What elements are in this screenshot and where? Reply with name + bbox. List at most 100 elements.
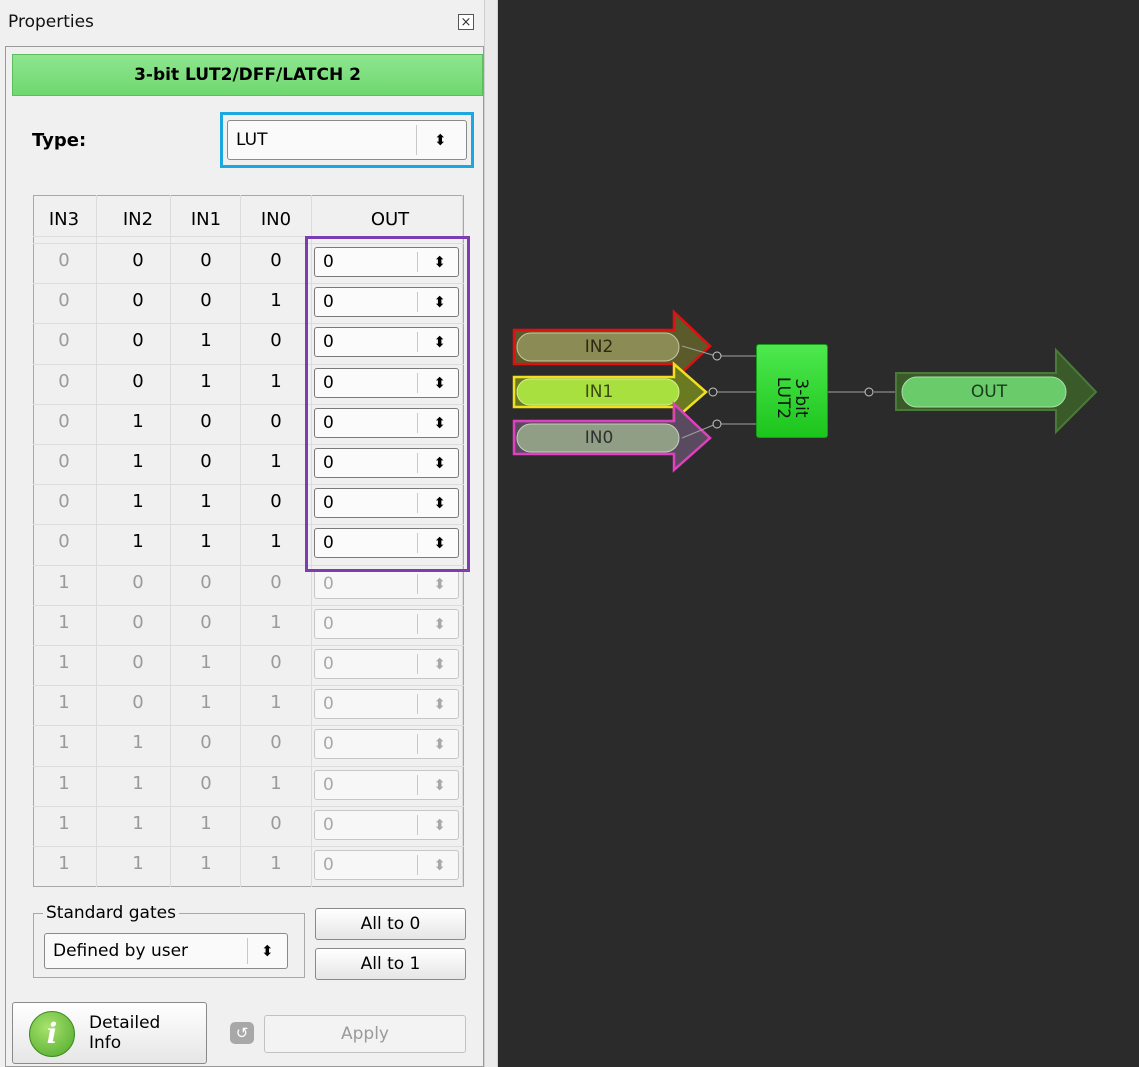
table-cell: 0	[200, 773, 212, 794]
table-cell: 1	[132, 853, 144, 874]
out-select[interactable]: 0 ⬍	[314, 689, 459, 719]
table-cell: 1	[132, 813, 144, 834]
info-icon: i	[29, 1011, 75, 1057]
out-select-value: 0	[323, 855, 334, 875]
signal-in2-label: IN2	[584, 337, 614, 357]
standard-gates-label: Standard gates	[43, 903, 179, 923]
table-cell: 1	[200, 330, 212, 351]
panel-splitter[interactable]	[484, 0, 498, 1067]
out-select[interactable]: 0 ⬍	[314, 649, 459, 679]
table-cell: 1	[132, 732, 144, 753]
signal-out-label: OUT	[970, 382, 1008, 402]
col-header-in2: IN2	[122, 209, 154, 230]
table-cell: 0	[132, 250, 144, 271]
table-cell: 1	[200, 652, 212, 673]
out-select[interactable]: 0 ⬍	[314, 770, 459, 800]
table-cell: 0	[200, 290, 212, 311]
updown-arrow-icon: ⬍	[433, 776, 446, 794]
out-select[interactable]: 0 ⬍	[314, 850, 459, 880]
block-name-header: 3-bit LUT2/DFF/LATCH 2	[12, 54, 483, 96]
table-cell: 0	[200, 250, 212, 271]
table-cell: 1	[270, 290, 282, 311]
table-cell: 0	[270, 572, 282, 593]
apply-button[interactable]: Apply	[264, 1015, 466, 1053]
type-select[interactable]: LUT ⬍	[227, 120, 467, 160]
table-cell: 0	[58, 491, 70, 512]
signal-in0-label: IN0	[584, 428, 614, 448]
updown-arrow-icon: ⬍	[433, 655, 446, 673]
type-select-value: LUT	[236, 130, 268, 150]
table-cell: 0	[58, 250, 70, 271]
type-label: Type:	[32, 130, 87, 151]
table-cell: 0	[58, 451, 70, 472]
table-cell: 0	[270, 652, 282, 673]
table-cell: 1	[58, 773, 70, 794]
standard-gates-value: Defined by user	[53, 941, 189, 961]
out-select[interactable]: 0 ⬍	[314, 729, 459, 759]
table-cell: 1	[270, 531, 282, 552]
table-cell: 1	[58, 692, 70, 713]
table-cell: 1	[132, 411, 144, 432]
all-to-1-button[interactable]: All to 1	[315, 948, 466, 980]
detailed-info-label-2: Info	[89, 1033, 122, 1053]
standard-gates-select[interactable]: Defined by user ⬍	[44, 933, 288, 969]
table-cell: 1	[270, 371, 282, 392]
table-cell: 1	[132, 491, 144, 512]
table-cell: 1	[270, 692, 282, 713]
table-cell: 0	[58, 411, 70, 432]
detailed-info-button[interactable]: i Detailed Info	[12, 1002, 207, 1064]
table-cell: 0	[58, 371, 70, 392]
out-select[interactable]: 0 ⬍	[314, 569, 459, 599]
table-cell: 1	[270, 853, 282, 874]
table-cell: 0	[132, 692, 144, 713]
out-select-value: 0	[323, 815, 334, 835]
panel-titlebar: Properties ×	[0, 0, 484, 46]
table-cell: 0	[270, 732, 282, 753]
table-cell: 1	[132, 451, 144, 472]
table-cell: 0	[58, 290, 70, 311]
table-cell: 0	[58, 531, 70, 552]
table-cell: 1	[200, 813, 212, 834]
updown-arrow-icon: ⬍	[433, 695, 446, 713]
table-cell: 0	[200, 732, 212, 753]
updown-arrow-icon: ⬍	[434, 131, 447, 149]
schematic-canvas[interactable]: IN2 IN1 IN0 OUT	[498, 0, 1139, 1067]
table-cell: 0	[132, 371, 144, 392]
out-select-value: 0	[323, 694, 334, 714]
table-cell: 0	[200, 572, 212, 593]
table-cell: 1	[132, 773, 144, 794]
table-cell: 1	[200, 531, 212, 552]
updown-arrow-icon: ⬍	[433, 575, 446, 593]
all-to-0-button[interactable]: All to 0	[315, 908, 466, 940]
out-select-value: 0	[323, 775, 334, 795]
table-cell: 1	[58, 572, 70, 593]
out-select-value: 0	[323, 614, 334, 634]
updown-arrow-icon: ⬍	[433, 615, 446, 633]
panel-title: Properties	[8, 12, 94, 32]
table-cell: 0	[270, 813, 282, 834]
table-cell: 1	[270, 773, 282, 794]
out-select-value: 0	[323, 574, 334, 594]
undo-icon[interactable]: ↺	[230, 1022, 254, 1044]
col-header-in0: IN0	[260, 209, 292, 230]
table-cell: 0	[200, 612, 212, 633]
close-icon[interactable]: ×	[458, 14, 474, 30]
properties-panel: Properties × 3-bit LUT2/DFF/LATCH 2 Type…	[0, 0, 492, 1067]
table-cell: 1	[58, 652, 70, 673]
table-cell: 1	[270, 612, 282, 633]
updown-arrow-icon: ⬍	[261, 942, 274, 960]
table-cell: 0	[132, 330, 144, 351]
signal-in1-label: IN1	[584, 382, 614, 402]
out-select[interactable]: 0 ⬍	[314, 609, 459, 639]
table-cell: 1	[58, 612, 70, 633]
table-cell: 1	[58, 732, 70, 753]
updown-arrow-icon: ⬍	[433, 735, 446, 753]
table-cell: 1	[200, 491, 212, 512]
out-select-value: 0	[323, 654, 334, 674]
table-cell: 0	[270, 250, 282, 271]
table-cell: 0	[58, 330, 70, 351]
table-cell: 1	[200, 371, 212, 392]
table-cell: 1	[200, 853, 212, 874]
updown-arrow-icon: ⬍	[433, 856, 446, 874]
out-select[interactable]: 0 ⬍	[314, 810, 459, 840]
